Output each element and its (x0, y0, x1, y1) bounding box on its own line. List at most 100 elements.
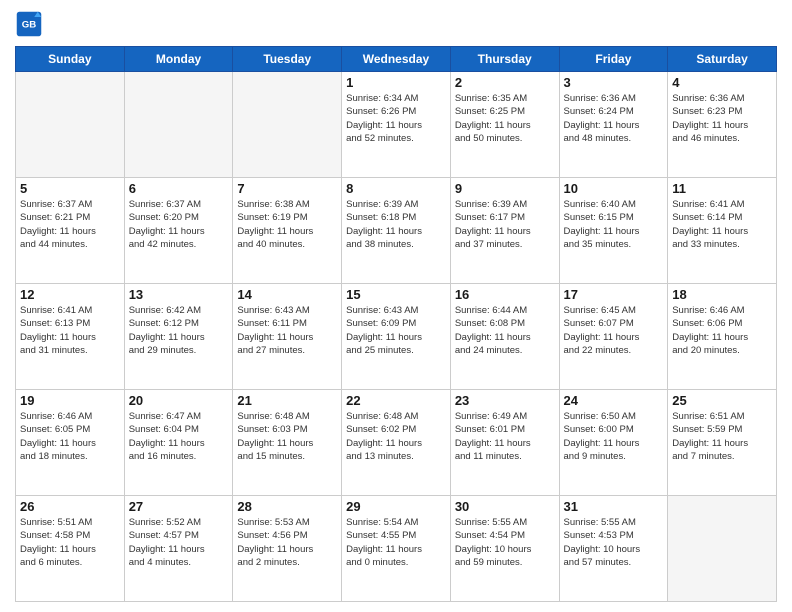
day-info: Sunrise: 6:48 AM Sunset: 6:03 PM Dayligh… (237, 410, 337, 463)
weekday-header-thursday: Thursday (450, 47, 559, 72)
day-number: 30 (455, 499, 555, 514)
weekday-header-saturday: Saturday (668, 47, 777, 72)
calendar-day-cell: 18 Sunrise: 6:46 AM Sunset: 6:06 PM Dayli… (668, 284, 777, 390)
calendar-day-cell: 31Sunrise: 5:55 AM Sunset: 4:53 PM Dayli… (559, 496, 668, 602)
day-info: Sunrise: 6:48 AM Sunset: 6:02 PM Dayligh… (346, 410, 446, 463)
weekday-header-tuesday: Tuesday (233, 47, 342, 72)
calendar-day-cell: 10Sunrise: 6:40 AM Sunset: 6:15 PM Dayli… (559, 178, 668, 284)
day-number: 13 (129, 287, 229, 302)
day-number: 19 (20, 393, 120, 408)
day-number: 23 (455, 393, 555, 408)
day-number: 27 (129, 499, 229, 514)
day-info: Sunrise: 6:36 AM Sunset: 6:23 PM Dayligh… (672, 92, 772, 145)
calendar-day-cell: 16 Sunrise: 6:44 AM Sunset: 6:08 PM Dayli… (450, 284, 559, 390)
day-info: Sunrise: 6:41 AM Sunset: 6:14 PM Dayligh… (672, 198, 772, 251)
day-info: Sunrise: 6:35 AM Sunset: 6:25 PM Dayligh… (455, 92, 555, 145)
day-number: 24 (564, 393, 664, 408)
day-info: Sunrise: 6:46 AM Sunset: 6:05 PM Dayligh… (20, 410, 120, 463)
calendar-empty-cell (16, 72, 125, 178)
day-info: Sunrise: 6:45 AM Sunset: 6:07 PM Dayligh… (564, 304, 664, 357)
calendar-day-cell: 24 Sunrise: 6:50 AM Sunset: 6:00 PM Dayli… (559, 390, 668, 496)
day-info: Sunrise: 5:51 AM Sunset: 4:58 PM Dayligh… (20, 516, 120, 569)
day-number: 15 (346, 287, 446, 302)
calendar-week-row: 1 Sunrise: 6:34 AM Sunset: 6:26 PM Daylig… (16, 72, 777, 178)
calendar-day-cell: 29Sunrise: 5:54 AM Sunset: 4:55 PM Dayli… (342, 496, 451, 602)
day-number: 3 (564, 75, 664, 90)
day-number: 16 (455, 287, 555, 302)
day-info: Sunrise: 6:37 AM Sunset: 6:20 PM Dayligh… (129, 198, 229, 251)
calendar-day-cell: 11Sunrise: 6:41 AM Sunset: 6:14 PM Dayli… (668, 178, 777, 284)
day-number: 22 (346, 393, 446, 408)
calendar-day-cell: 2 Sunrise: 6:35 AM Sunset: 6:25 PM Daylig… (450, 72, 559, 178)
day-info: Sunrise: 6:41 AM Sunset: 6:13 PM Dayligh… (20, 304, 120, 357)
day-number: 12 (20, 287, 120, 302)
day-number: 7 (237, 181, 337, 196)
weekday-header-monday: Monday (124, 47, 233, 72)
day-info: Sunrise: 6:44 AM Sunset: 6:08 PM Dayligh… (455, 304, 555, 357)
calendar-table: SundayMondayTuesdayWednesdayThursdayFrid… (15, 46, 777, 602)
calendar-day-cell: 15 Sunrise: 6:43 AM Sunset: 6:09 PM Dayli… (342, 284, 451, 390)
weekday-header-wednesday: Wednesday (342, 47, 451, 72)
day-info: Sunrise: 6:34 AM Sunset: 6:26 PM Dayligh… (346, 92, 446, 145)
day-info: Sunrise: 6:49 AM Sunset: 6:01 PM Dayligh… (455, 410, 555, 463)
calendar-day-cell: 1 Sunrise: 6:34 AM Sunset: 6:26 PM Daylig… (342, 72, 451, 178)
calendar-day-cell: 23 Sunrise: 6:49 AM Sunset: 6:01 PM Dayli… (450, 390, 559, 496)
calendar-day-cell: 3 Sunrise: 6:36 AM Sunset: 6:24 PM Daylig… (559, 72, 668, 178)
svg-text:GB: GB (22, 20, 36, 31)
day-info: Sunrise: 6:42 AM Sunset: 6:12 PM Dayligh… (129, 304, 229, 357)
day-info: Sunrise: 6:51 AM Sunset: 5:59 PM Dayligh… (672, 410, 772, 463)
day-info: Sunrise: 6:36 AM Sunset: 6:24 PM Dayligh… (564, 92, 664, 145)
day-info: Sunrise: 6:38 AM Sunset: 6:19 PM Dayligh… (237, 198, 337, 251)
day-info: Sunrise: 6:46 AM Sunset: 6:06 PM Dayligh… (672, 304, 772, 357)
calendar-week-row: 5 Sunrise: 6:37 AM Sunset: 6:21 PM Daylig… (16, 178, 777, 284)
day-number: 1 (346, 75, 446, 90)
calendar-week-row: 26 Sunrise: 5:51 AM Sunset: 4:58 PM Dayli… (16, 496, 777, 602)
day-info: Sunrise: 6:43 AM Sunset: 6:09 PM Dayligh… (346, 304, 446, 357)
calendar-day-cell: 22 Sunrise: 6:48 AM Sunset: 6:02 PM Dayli… (342, 390, 451, 496)
day-number: 8 (346, 181, 446, 196)
calendar-header-row: SundayMondayTuesdayWednesdayThursdayFrid… (16, 47, 777, 72)
calendar-week-row: 19 Sunrise: 6:46 AM Sunset: 6:05 PM Dayli… (16, 390, 777, 496)
calendar-week-row: 12 Sunrise: 6:41 AM Sunset: 6:13 PM Dayli… (16, 284, 777, 390)
day-number: 20 (129, 393, 229, 408)
day-info: Sunrise: 6:43 AM Sunset: 6:11 PM Dayligh… (237, 304, 337, 357)
day-number: 26 (20, 499, 120, 514)
calendar-day-cell: 26 Sunrise: 5:51 AM Sunset: 4:58 PM Dayli… (16, 496, 125, 602)
day-number: 9 (455, 181, 555, 196)
day-number: 2 (455, 75, 555, 90)
day-number: 31 (564, 499, 664, 514)
calendar-day-cell: 30Sunrise: 5:55 AM Sunset: 4:54 PM Dayli… (450, 496, 559, 602)
logo: GB (15, 10, 47, 38)
calendar-day-cell: 25 Sunrise: 6:51 AM Sunset: 5:59 PM Dayli… (668, 390, 777, 496)
calendar-day-cell: 20 Sunrise: 6:47 AM Sunset: 6:04 PM Dayli… (124, 390, 233, 496)
calendar-day-cell: 6 Sunrise: 6:37 AM Sunset: 6:20 PM Daylig… (124, 178, 233, 284)
calendar-day-cell: 28Sunrise: 5:53 AM Sunset: 4:56 PM Dayli… (233, 496, 342, 602)
calendar-day-cell: 12 Sunrise: 6:41 AM Sunset: 6:13 PM Dayli… (16, 284, 125, 390)
calendar-day-cell: 7 Sunrise: 6:38 AM Sunset: 6:19 PM Daylig… (233, 178, 342, 284)
day-number: 18 (672, 287, 772, 302)
day-number: 4 (672, 75, 772, 90)
day-number: 10 (564, 181, 664, 196)
calendar-day-cell: 13 Sunrise: 6:42 AM Sunset: 6:12 PM Dayli… (124, 284, 233, 390)
day-number: 25 (672, 393, 772, 408)
calendar-empty-cell (124, 72, 233, 178)
day-info: Sunrise: 6:47 AM Sunset: 6:04 PM Dayligh… (129, 410, 229, 463)
day-info: Sunrise: 5:54 AM Sunset: 4:55 PM Dayligh… (346, 516, 446, 569)
calendar-empty-cell (668, 496, 777, 602)
weekday-header-sunday: Sunday (16, 47, 125, 72)
day-number: 14 (237, 287, 337, 302)
day-number: 5 (20, 181, 120, 196)
day-info: Sunrise: 6:50 AM Sunset: 6:00 PM Dayligh… (564, 410, 664, 463)
calendar-day-cell: 8 Sunrise: 6:39 AM Sunset: 6:18 PM Daylig… (342, 178, 451, 284)
calendar-day-cell: 27Sunrise: 5:52 AM Sunset: 4:57 PM Dayli… (124, 496, 233, 602)
day-info: Sunrise: 6:39 AM Sunset: 6:18 PM Dayligh… (346, 198, 446, 251)
weekday-header-friday: Friday (559, 47, 668, 72)
day-number: 17 (564, 287, 664, 302)
calendar-empty-cell (233, 72, 342, 178)
calendar-day-cell: 5 Sunrise: 6:37 AM Sunset: 6:21 PM Daylig… (16, 178, 125, 284)
calendar-day-cell: 17 Sunrise: 6:45 AM Sunset: 6:07 PM Dayli… (559, 284, 668, 390)
day-number: 6 (129, 181, 229, 196)
day-info: Sunrise: 6:37 AM Sunset: 6:21 PM Dayligh… (20, 198, 120, 251)
calendar-day-cell: 4 Sunrise: 6:36 AM Sunset: 6:23 PM Daylig… (668, 72, 777, 178)
day-info: Sunrise: 5:53 AM Sunset: 4:56 PM Dayligh… (237, 516, 337, 569)
